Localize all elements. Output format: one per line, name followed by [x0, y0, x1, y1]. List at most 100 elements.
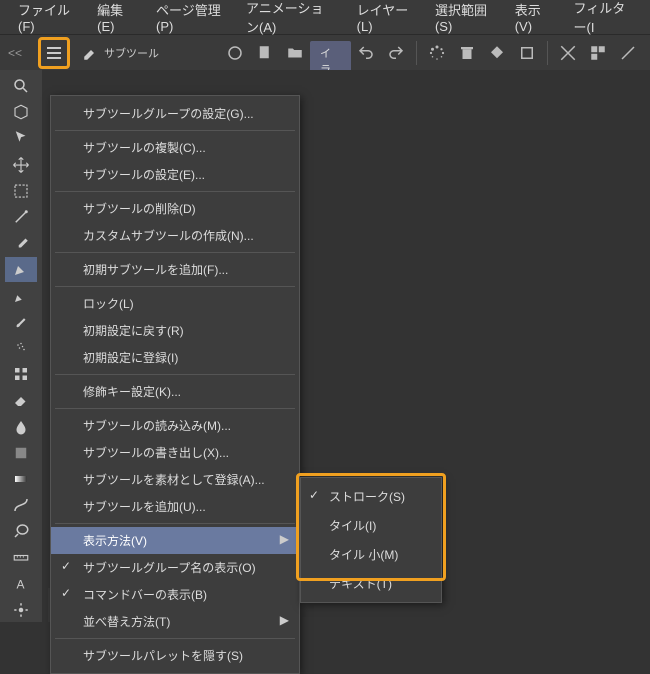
collapse-icon[interactable]: <<	[8, 46, 22, 60]
svg-text:A: A	[17, 577, 25, 591]
new-icon[interactable]	[251, 39, 279, 67]
pencil-icon	[12, 287, 30, 305]
menu-p[interactable]: ページ管理(P)	[146, 0, 232, 40]
vector-icon	[12, 496, 30, 514]
ctx-ロックL[interactable]: ロック(L)	[51, 290, 299, 317]
tool-fill[interactable]	[5, 441, 37, 465]
effect-icon	[12, 601, 30, 619]
ctx-サブツルを素材として登録[interactable]: サブツールを素材として登録(A)...	[51, 466, 299, 493]
cursor-icon	[12, 129, 30, 147]
fill-icon	[12, 444, 30, 462]
ctx-サブツルの複製C[interactable]: サブツールの複製(C)...	[51, 134, 299, 161]
transform-icon[interactable]	[513, 39, 541, 67]
context-menu: サブツールグループの設定(G)... サブツールの複製(C)...サブツールの設定…	[50, 95, 300, 674]
ctx-サブツルの読み込みM[interactable]: サブツールの読み込み(M)...	[51, 412, 299, 439]
tool-airbrush[interactable]	[5, 336, 37, 360]
ruler-icon	[12, 548, 30, 566]
tool-brush[interactable]	[5, 310, 37, 334]
ctx-修飾キ設定K[interactable]: 修飾キー設定(K)...	[51, 378, 299, 405]
redo-icon[interactable]	[382, 39, 410, 67]
magnifier-icon	[12, 77, 30, 95]
submenu-テキストT[interactable]: テキスト(T)	[301, 569, 441, 598]
cube-icon	[12, 103, 30, 121]
clipstudio-icon[interactable]	[221, 39, 249, 67]
tool-cube[interactable]	[5, 100, 37, 124]
pen-icon	[12, 260, 30, 278]
pattern-icon	[12, 365, 30, 383]
wand-icon	[12, 208, 30, 226]
submenu-タイル小M[interactable]: タイル 小(M)	[301, 540, 441, 569]
ctx-サブツルの設定E[interactable]: サブツールの設定(E)...	[51, 161, 299, 188]
marquee-icon	[12, 182, 30, 200]
menu-f[interactable]: ファイル(F)	[8, 0, 83, 40]
tool-effect[interactable]	[5, 598, 37, 622]
tool-pen[interactable]	[5, 257, 37, 281]
delete-icon[interactable]	[453, 39, 481, 67]
ctx-サブツルの書き出しX[interactable]: サブツールの書き出し(X)...	[51, 439, 299, 466]
ctx-コマンドバの表示B[interactable]: コマンドバーの表示(B)✓	[51, 581, 299, 608]
check-icon: ✓	[61, 586, 71, 600]
menu-a[interactable]: アニメーション(A)	[236, 0, 343, 42]
tool-wand[interactable]	[5, 205, 37, 229]
tool-magnifier[interactable]	[5, 74, 37, 98]
eraser-icon	[12, 391, 30, 409]
tool-sidebar: A	[0, 70, 42, 622]
tool-eyedropper[interactable]	[5, 231, 37, 255]
menu-v[interactable]: 表示(V)	[505, 0, 560, 40]
eyedropper-icon	[12, 234, 30, 252]
tool-cursor[interactable]	[5, 126, 37, 150]
chevron-right-icon: ▶	[280, 532, 289, 546]
ctx-表示方法V[interactable]: 表示方法(V)▶	[51, 527, 299, 554]
ctx-サブツルパレットを隠すS[interactable]: サブツールパレットを隠す(S)	[51, 642, 299, 669]
tool-pattern[interactable]	[5, 362, 37, 386]
tool-eraser[interactable]	[5, 388, 37, 412]
subtool-tab[interactable]: サブツール	[76, 42, 165, 64]
crop-icon[interactable]	[554, 39, 582, 67]
ctx-初期設定に戻すR[interactable]: 初期設定に戻す(R)	[51, 317, 299, 344]
ctx-サブツルグルプの設定G[interactable]: サブツールグループの設定(G)...	[51, 100, 299, 127]
menubar: ファイル(F)編集(E)ページ管理(P)アニメーション(A)レイヤー(L)選択範…	[0, 0, 650, 34]
tool-balloon[interactable]	[5, 519, 37, 543]
tool-move[interactable]	[5, 153, 37, 177]
subtool-label: サブツール	[104, 45, 159, 61]
tool-gradient[interactable]	[5, 467, 37, 491]
snap-icon[interactable]	[614, 39, 642, 67]
move-icon	[12, 156, 30, 174]
ctx-初期サブツルを追加F[interactable]: 初期サブツールを追加(F)...	[51, 256, 299, 283]
tool-marquee[interactable]	[5, 179, 37, 203]
gradient-icon	[12, 470, 30, 488]
loading-icon[interactable]	[423, 39, 451, 67]
menu-i[interactable]: フィルター(I	[564, 0, 642, 42]
ctx-サブツルの削除D[interactable]: サブツールの削除(D)	[51, 195, 299, 222]
check-icon: ✓	[61, 559, 71, 573]
airbrush-icon	[12, 339, 30, 357]
tool-pencil[interactable]	[5, 284, 37, 308]
tool-blend[interactable]	[5, 414, 37, 438]
ctx-サブツルを追加U[interactable]: サブツールを追加(U)...	[51, 493, 299, 520]
blend-icon	[12, 418, 30, 436]
palette-menu-button[interactable]	[38, 37, 70, 69]
chevron-right-icon: ▶	[280, 613, 289, 627]
tool-vector[interactable]	[5, 493, 37, 517]
top-toolbar: << サブツール イラスト*	[0, 34, 650, 70]
brush-icon	[12, 313, 30, 331]
ctx-初期設定に登録I[interactable]: 初期設定に登録(I)	[51, 344, 299, 371]
ctx-カスタムサブツルの作成N[interactable]: カスタムサブツールの作成(N)...	[51, 222, 299, 249]
undo-icon[interactable]	[352, 39, 380, 67]
display-method-submenu: ストローク(S)✓タイル(I)タイル 小(M)テキスト(T)	[300, 477, 442, 603]
tool-text[interactable]: A	[5, 572, 37, 596]
ctx-並べ替え方法T[interactable]: 並べ替え方法(T)▶	[51, 608, 299, 635]
text-icon: A	[12, 575, 30, 593]
submenu-タイルI[interactable]: タイル(I)	[301, 511, 441, 540]
menu-s[interactable]: 選択範囲(S)	[425, 0, 501, 40]
open-icon[interactable]	[281, 39, 309, 67]
tool-ruler[interactable]	[5, 545, 37, 569]
ctx-サブツルグルプ名の表示O[interactable]: サブツールグループ名の表示(O)✓	[51, 554, 299, 581]
menu-e[interactable]: 編集(E)	[87, 0, 142, 40]
fill-icon[interactable]	[483, 39, 511, 67]
submenu-ストロクS[interactable]: ストローク(S)✓	[301, 482, 441, 511]
balloon-icon	[12, 522, 30, 540]
check-icon: ✓	[309, 488, 319, 502]
grid-icon[interactable]	[584, 39, 612, 67]
menu-l[interactable]: レイヤー(L)	[347, 0, 421, 40]
